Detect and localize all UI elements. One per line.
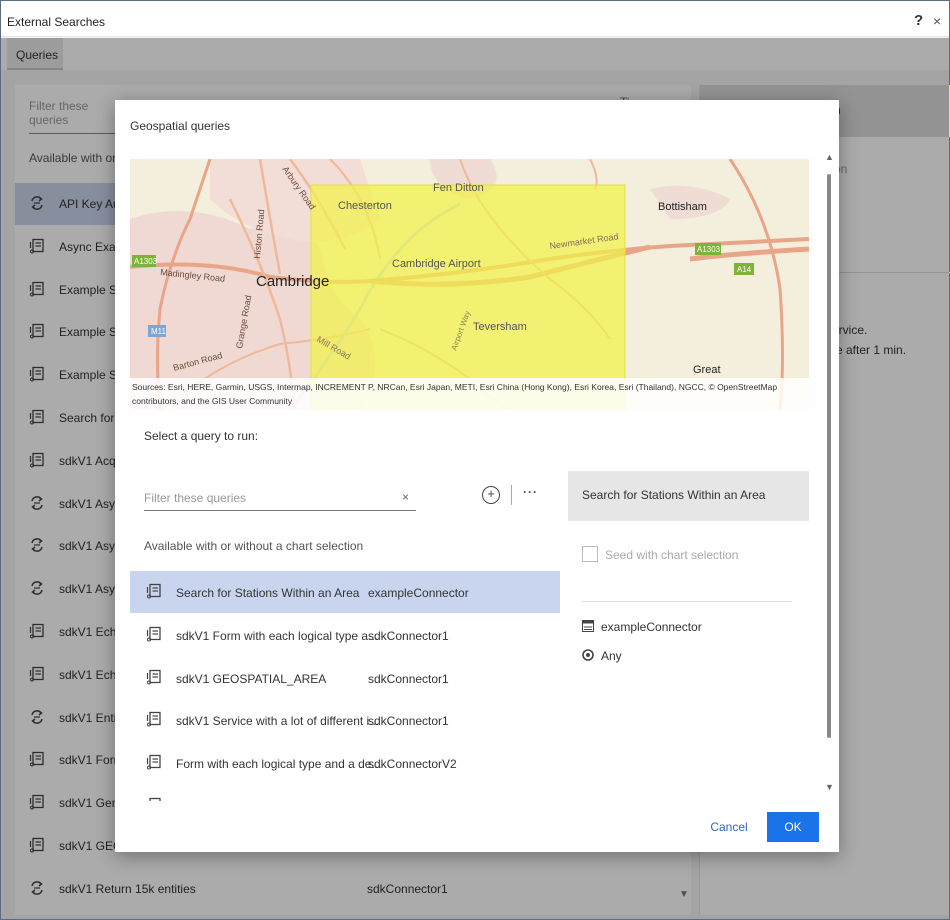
query-form-icon <box>146 797 162 801</box>
toolbar-divider <box>511 485 512 505</box>
query-name: sdkV1 Form with each logical type a... <box>176 628 379 643</box>
query-form-icon <box>146 711 162 727</box>
query-detail-header: Search for Stations Within an Area <box>568 471 809 521</box>
close-icon[interactable]: × <box>933 13 941 29</box>
label-chesterton: Chesterton <box>338 200 392 212</box>
query-form-icon <box>146 754 162 770</box>
query-connector: sdkConnectorV2 <box>368 800 457 801</box>
label-cambridge-airport: Cambridge Airport <box>392 258 481 270</box>
query-list: Search for Stations Within an Area exampl… <box>130 571 560 801</box>
shield-m11: M11 <box>151 327 167 336</box>
label-great: Great <box>693 364 721 376</box>
clear-filter-icon[interactable]: × <box>402 490 409 504</box>
scroll-thumb[interactable] <box>827 174 831 738</box>
ok-button[interactable]: OK <box>767 812 819 842</box>
query-connector: sdkConnectorV2 <box>368 757 457 772</box>
shield-a1303-west: A1303 <box>134 257 158 266</box>
scroll-up-icon[interactable]: ▲ <box>825 152 834 162</box>
query-name: Form with each logical type and a de... <box>176 757 382 772</box>
detail-divider <box>582 601 792 602</box>
select-query-label: Select a query to run: <box>144 429 259 443</box>
query-form-icon <box>146 669 162 685</box>
help-icon[interactable]: ? <box>914 12 923 29</box>
scroll-down-icon[interactable]: ▼ <box>825 782 834 792</box>
detail-connector-name: exampleConnector <box>601 620 702 634</box>
available-queries-label: Available with or without a chart select… <box>144 539 364 553</box>
query-name: sdkV1 GEOSPATIAL_AREA <box>176 671 327 686</box>
label-fen-ditton: Fen Ditton <box>433 182 484 194</box>
dialog-title: Geospatial queries <box>130 119 231 133</box>
query-row[interactable]: Form with ... sdkConnectorV2 <box>130 785 560 801</box>
query-row[interactable]: Search for Stations Within an Area exampl… <box>130 571 560 613</box>
detail-scope-value: Any <box>601 649 622 663</box>
query-connector: sdkConnector1 <box>368 714 449 729</box>
seed-checkbox[interactable] <box>582 546 598 562</box>
more-options-button[interactable]: ··· <box>523 485 538 499</box>
query-name: Search for Stations Within an Area <box>176 586 360 600</box>
label-cambridge: Cambridge <box>256 273 329 290</box>
road-east <box>728 159 784 410</box>
query-name: sdkV1 Service with a lot of different i.… <box>176 714 380 729</box>
shield-a14: A14 <box>737 265 752 274</box>
query-name: Form with ... <box>176 800 242 801</box>
geospatial-queries-dialog: Geospatial queries A1303 A1303 A14 M11 C… <box>115 100 839 852</box>
query-form-icon <box>146 626 162 642</box>
dialog-scrollbar[interactable]: ▲ ▼ <box>822 152 836 792</box>
add-query-button[interactable]: + <box>482 486 500 504</box>
query-connector: sdkConnector1 <box>368 671 449 686</box>
shield-a1303-east: A1303 <box>697 245 721 254</box>
seed-checkbox-label: Seed with chart selection <box>605 548 739 562</box>
cancel-button[interactable]: Cancel <box>709 812 749 842</box>
query-connector: exampleConnector <box>368 586 469 600</box>
query-row[interactable]: Form with each logical type and a de... s… <box>130 742 560 784</box>
query-row[interactable]: sdkV1 Form with each logical type a... sd… <box>130 614 560 656</box>
query-form-icon <box>146 583 162 599</box>
map-graphic: A1303 A1303 A14 M11 Chesterton Fen Ditto… <box>130 159 809 410</box>
window-title: External Searches <box>7 15 106 29</box>
filter-queries-input[interactable] <box>144 487 384 509</box>
query-connector: sdkConnector1 <box>368 628 449 643</box>
title-bar: External Searches ? × <box>1 1 949 37</box>
query-row[interactable]: sdkV1 GEOSPATIAL_AREA sdkConnector1 <box>130 657 560 699</box>
gear-icon <box>582 649 594 661</box>
filter-queries-field: × <box>144 487 416 511</box>
selection-area[interactable] <box>310 184 626 410</box>
label-bottisham: Bottisham <box>658 201 707 213</box>
query-detail-title: Search for Stations Within an Area <box>582 488 766 502</box>
external-searches-window: External Searches ? × Queries Filter the… <box>0 0 950 920</box>
query-row[interactable]: sdkV1 Service with a lot of different i.… <box>130 699 560 741</box>
label-teversham: Teversham <box>473 321 527 333</box>
connector-icon <box>582 620 594 632</box>
map-view[interactable]: A1303 A1303 A14 M11 Chesterton Fen Ditto… <box>130 159 809 410</box>
map-attribution: Sources: Esri, HERE, Garmin, USGS, Inter… <box>130 378 809 410</box>
